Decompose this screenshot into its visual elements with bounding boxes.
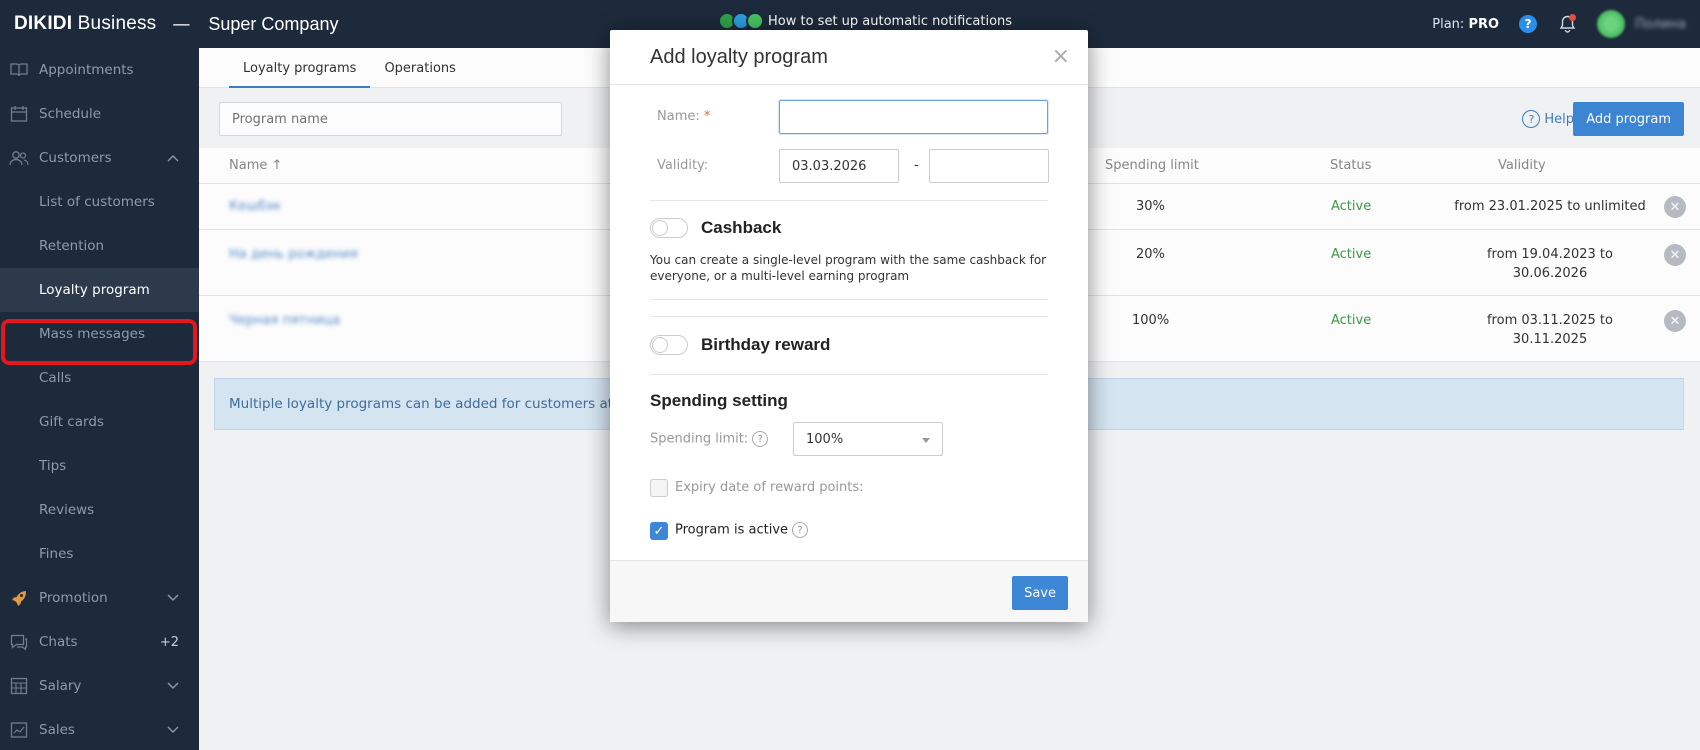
user-name: Полина bbox=[1635, 16, 1686, 32]
rocket-icon bbox=[9, 588, 29, 608]
divider bbox=[650, 200, 1048, 201]
question-icon[interactable]: ? bbox=[752, 431, 769, 447]
spending-limit-label: Spending limit:? bbox=[650, 431, 769, 447]
cashback-toggle[interactable] bbox=[650, 218, 688, 238]
sidebar-item-label: Gift cards bbox=[39, 414, 104, 430]
sidebar-item-loyalty-program[interactable]: Loyalty program bbox=[0, 268, 199, 312]
program-name-field[interactable] bbox=[779, 100, 1048, 134]
expiry-date-label: Expiry date of reward points: bbox=[675, 480, 864, 495]
sidebar-item-fines[interactable]: Fines bbox=[0, 532, 199, 576]
chat-icon bbox=[9, 632, 29, 652]
sidebar-item-appointments[interactable]: Appointments bbox=[0, 48, 199, 92]
sidebar-item-label: Calls bbox=[39, 370, 72, 386]
chevron-down-icon[interactable] bbox=[167, 723, 179, 737]
notifications-promo-link[interactable]: How to set up automatic notifications bbox=[718, 12, 1012, 30]
cashback-title: Cashback bbox=[701, 218, 782, 237]
sms-icon bbox=[746, 12, 764, 30]
validity-range-dash: - bbox=[914, 158, 919, 173]
sidebar-item-label: Appointments bbox=[39, 62, 134, 78]
modal-title: Add loyalty program bbox=[650, 46, 828, 68]
sidebar-item-label: Customers bbox=[39, 150, 112, 166]
chevron-down-icon bbox=[922, 438, 930, 443]
divider bbox=[650, 374, 1048, 375]
add-loyalty-program-dialog: Add loyalty program × Name: * Validity: … bbox=[610, 30, 1088, 622]
help-icon[interactable]: ? bbox=[1519, 15, 1538, 33]
sidebar-item-salary[interactable]: Salary bbox=[0, 664, 199, 708]
notification-dot bbox=[1569, 14, 1577, 21]
chevron-down-icon[interactable] bbox=[167, 679, 179, 693]
expiry-date-checkbox[interactable] bbox=[650, 479, 668, 497]
sidebar-item-chats[interactable]: Chats +2 bbox=[0, 620, 199, 664]
sidebar-item-label: Tips bbox=[39, 458, 67, 474]
brand-suffix: Business bbox=[72, 13, 157, 34]
sidebar-item-list-of-customers[interactable]: List of customers bbox=[0, 180, 199, 224]
save-button[interactable]: Save bbox=[1012, 576, 1068, 610]
birthday-reward-title: Birthday reward bbox=[701, 335, 831, 354]
title-separator: — bbox=[172, 13, 191, 35]
sidebar-item-label: Reviews bbox=[39, 502, 95, 518]
spending-limit-select[interactable]: 100% bbox=[793, 422, 943, 456]
spending-limit-selected: 100% bbox=[806, 432, 844, 447]
sidebar-item-label: Loyalty program bbox=[39, 282, 150, 298]
validity-label: Validity: bbox=[657, 158, 709, 173]
user-menu[interactable]: Полина bbox=[1597, 10, 1686, 38]
close-icon[interactable]: × bbox=[1052, 44, 1070, 69]
program-active-label-text: Program is active bbox=[675, 522, 789, 538]
validity-from-field[interactable] bbox=[779, 149, 899, 183]
spending-limit-label-text: Spending limit: bbox=[650, 431, 749, 447]
brand-logo[interactable]: DIKIDI Business bbox=[0, 13, 156, 35]
sidebar-item-label: Sales bbox=[39, 722, 75, 738]
sidebar-item-label: Promotion bbox=[39, 590, 108, 606]
divider bbox=[650, 316, 1048, 317]
spending-setting-title: Spending setting bbox=[650, 391, 788, 410]
company-name[interactable]: Super Company bbox=[208, 14, 338, 35]
sidebar-item-label: Retention bbox=[39, 238, 105, 254]
chevron-down-icon[interactable] bbox=[167, 591, 179, 605]
chats-count-badge: +2 bbox=[159, 634, 179, 650]
chevron-up-icon[interactable] bbox=[167, 151, 179, 165]
sidebar-item-label: Fines bbox=[39, 546, 74, 562]
sidebar-item-schedule[interactable]: Schedule bbox=[0, 92, 199, 136]
brand-name: DIKIDI bbox=[14, 13, 73, 34]
required-marker: * bbox=[703, 109, 711, 124]
modal-header: Add loyalty program × bbox=[610, 30, 1088, 85]
sidebar-item-sales[interactable]: Sales bbox=[0, 708, 199, 750]
sidebar-item-retention[interactable]: Retention bbox=[0, 224, 199, 268]
sidebar-item-label: Salary bbox=[39, 678, 82, 694]
sidebar-item-reviews[interactable]: Reviews bbox=[0, 488, 199, 532]
divider bbox=[650, 299, 1048, 300]
sidebar-item-tips[interactable]: Tips bbox=[0, 444, 199, 488]
notifications-bell-icon[interactable] bbox=[1557, 14, 1577, 34]
name-label: Name: * bbox=[657, 109, 710, 124]
sidebar-item-promotion[interactable]: Promotion bbox=[0, 576, 199, 620]
sidebar-item-customers[interactable]: Customers bbox=[0, 136, 199, 180]
avatar bbox=[1597, 10, 1626, 38]
active-item-highlight bbox=[1, 319, 197, 365]
program-active-label: Program is active? bbox=[675, 522, 809, 538]
cashback-description: You can create a single-level program wi… bbox=[650, 253, 1047, 283]
modal-footer: Save bbox=[610, 560, 1088, 622]
sales-icon bbox=[9, 720, 29, 740]
sidebar-item-label: Chats bbox=[39, 634, 78, 650]
sidebar-item-label: Schedule bbox=[39, 106, 102, 122]
sidebar-item-label: List of customers bbox=[39, 194, 155, 210]
sidebar-item-gift-cards[interactable]: Gift cards bbox=[0, 400, 199, 444]
book-icon bbox=[9, 60, 29, 80]
sidebar: Appointments Schedule Customers List of … bbox=[0, 48, 199, 750]
plan-label: Plan: bbox=[1432, 16, 1465, 32]
messenger-icons bbox=[718, 12, 764, 30]
plan-value: PRO bbox=[1468, 16, 1500, 32]
program-active-checkbox[interactable]: ✓ bbox=[650, 522, 668, 540]
salary-icon bbox=[9, 676, 29, 696]
name-label-text: Name: bbox=[657, 109, 700, 124]
calendar-icon bbox=[9, 104, 29, 124]
plan-indicator[interactable]: Plan: PRO bbox=[1432, 17, 1499, 32]
validity-to-field[interactable] bbox=[929, 149, 1049, 183]
question-icon[interactable]: ? bbox=[792, 522, 809, 538]
promo-text: How to set up automatic notifications bbox=[768, 13, 1013, 29]
users-icon bbox=[9, 148, 29, 168]
birthday-reward-toggle[interactable] bbox=[650, 335, 688, 355]
